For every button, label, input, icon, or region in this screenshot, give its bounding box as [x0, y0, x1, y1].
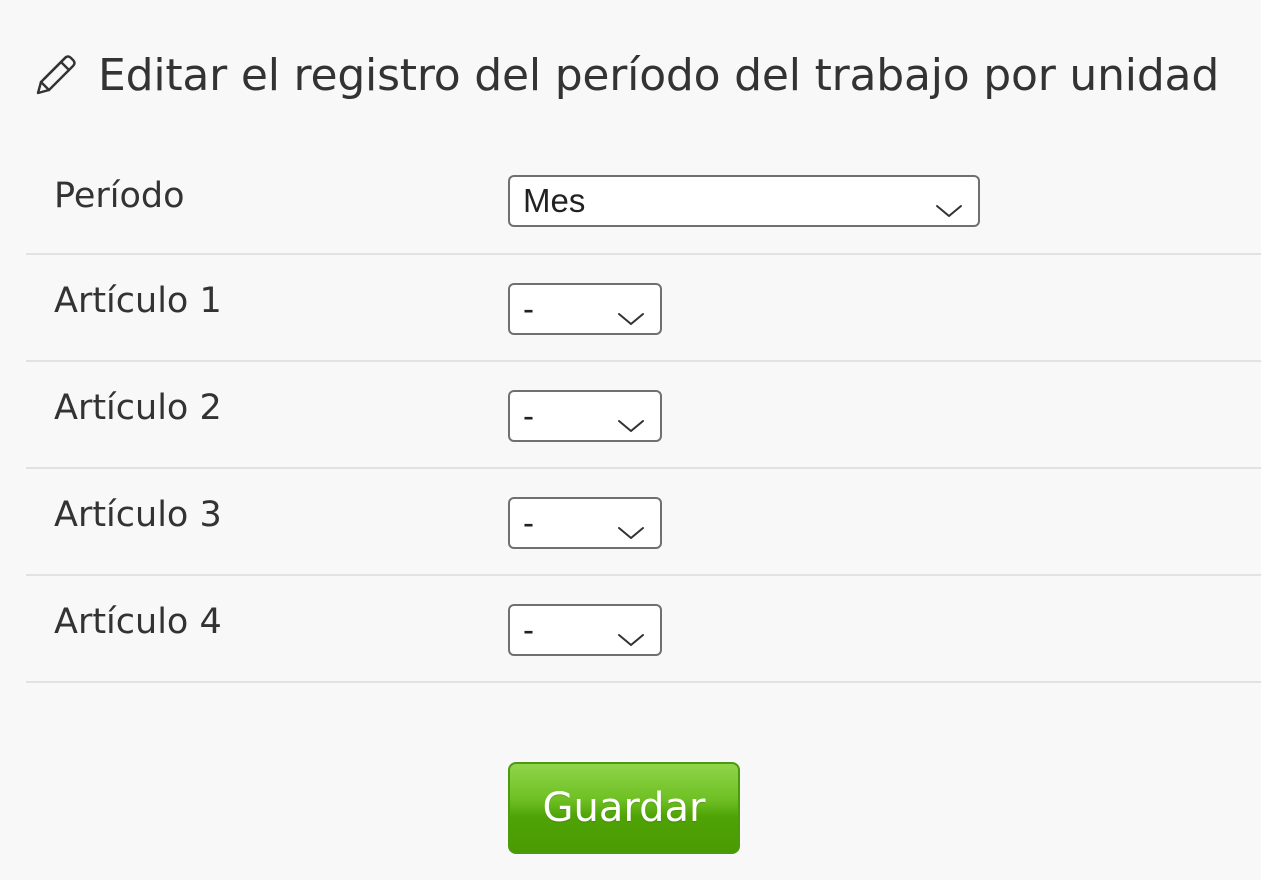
article-1-label: Artículo 1 [54, 281, 222, 321]
period-label: Período [54, 176, 185, 216]
chevron-down-icon [616, 513, 646, 539]
piecework-period-form: Período Mes Artículo 1 - Artículo 2 - Ar… [26, 146, 1261, 683]
article-4-select-value: - [523, 611, 534, 648]
chevron-down-icon [616, 299, 646, 325]
save-button[interactable]: Guardar [508, 762, 740, 854]
period-select[interactable]: Mes [508, 175, 980, 227]
edit-piecework-period-page: Editar el registro del período del traba… [0, 0, 1261, 880]
form-row-article-4: Artículo 4 - [26, 576, 1261, 683]
article-3-label: Artículo 3 [54, 495, 222, 535]
form-row-article-3: Artículo 3 - [26, 469, 1261, 576]
article-2-select[interactable]: - [508, 390, 662, 442]
article-4-select[interactable]: - [508, 604, 662, 656]
article-3-select-value: - [523, 504, 534, 541]
article-3-select[interactable]: - [508, 497, 662, 549]
chevron-down-icon [616, 406, 646, 432]
article-2-select-value: - [523, 397, 534, 434]
period-select-value: Mes [523, 182, 586, 219]
pencil-icon [32, 51, 80, 99]
article-2-label: Artículo 2 [54, 388, 222, 428]
chevron-down-icon [616, 620, 646, 646]
article-1-select[interactable]: - [508, 283, 662, 335]
form-row-article-2: Artículo 2 - [26, 362, 1261, 469]
form-row-period: Período Mes [26, 146, 1261, 255]
chevron-down-icon [934, 191, 964, 217]
article-4-label: Artículo 4 [54, 602, 222, 642]
page-title: Editar el registro del período del traba… [98, 49, 1220, 101]
form-row-article-1: Artículo 1 - [26, 255, 1261, 362]
article-1-select-value: - [523, 290, 534, 327]
page-header: Editar el registro del período del traba… [32, 40, 1219, 110]
